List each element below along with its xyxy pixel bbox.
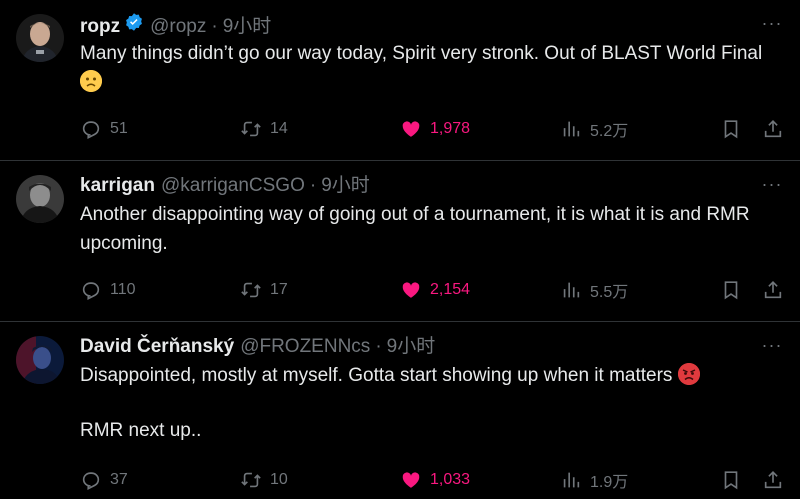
timestamp[interactable]: 9小时 bbox=[321, 173, 370, 199]
tweet[interactable]: ropz @ropz · 9小时 ··· Many things didn’t … bbox=[0, 0, 800, 161]
bookmark-button[interactable] bbox=[720, 116, 742, 142]
share-button[interactable] bbox=[762, 116, 784, 142]
view-count: 1.9万 bbox=[590, 474, 629, 491]
timestamp[interactable]: 9小时 bbox=[223, 14, 272, 40]
author-handle[interactable]: @FROZENNcs bbox=[240, 334, 370, 360]
author-handle[interactable]: @karriganCSGO bbox=[161, 173, 305, 199]
like-count: 1,033 bbox=[430, 471, 471, 488]
share-button[interactable] bbox=[762, 277, 784, 303]
more-icon[interactable]: ··· bbox=[760, 175, 784, 197]
like-count: 2,154 bbox=[430, 281, 471, 298]
tweet-feed: ropz @ropz · 9小时 ··· Many things didn’t … bbox=[0, 0, 800, 499]
retweet-icon bbox=[241, 282, 261, 298]
avatar[interactable] bbox=[16, 14, 64, 62]
tweet-text: Disappointed, mostly at myself. Gotta st… bbox=[80, 361, 784, 390]
angry-face-icon bbox=[677, 363, 700, 385]
views-icon bbox=[563, 121, 580, 137]
reply-button[interactable]: 51 bbox=[80, 116, 128, 142]
tweet-actions: 51 14 1,978 5.2万 bbox=[80, 116, 784, 142]
more-icon[interactable]: ··· bbox=[760, 14, 784, 36]
separator-dot: · bbox=[211, 16, 218, 37]
reply-count: 51 bbox=[110, 120, 128, 137]
tweet-text: Many things didn’t go our way today, Spi… bbox=[80, 39, 784, 97]
bookmark-button[interactable] bbox=[720, 467, 742, 493]
reply-count: 37 bbox=[110, 471, 128, 488]
views-button[interactable]: 5.5万 bbox=[560, 277, 628, 303]
author-handle[interactable]: @ropz bbox=[150, 14, 206, 40]
retweet-icon bbox=[241, 121, 261, 137]
timestamp[interactable]: 9小时 bbox=[387, 334, 436, 360]
views-icon bbox=[563, 282, 580, 298]
view-count: 5.5万 bbox=[590, 284, 629, 301]
tweet[interactable]: karrigan @karriganCSGO · 9小时 ··· Another… bbox=[0, 161, 800, 322]
retweet-button[interactable]: 10 bbox=[240, 467, 288, 493]
avatar[interactable] bbox=[16, 175, 64, 223]
retweet-button[interactable]: 17 bbox=[240, 277, 288, 303]
heart-icon bbox=[402, 121, 420, 137]
retweet-count: 17 bbox=[270, 281, 288, 298]
views-button[interactable]: 5.2万 bbox=[560, 116, 628, 142]
like-button[interactable]: 1,978 bbox=[400, 116, 470, 142]
share-icon bbox=[764, 120, 782, 138]
more-icon[interactable]: ··· bbox=[760, 336, 784, 358]
like-count: 1,978 bbox=[430, 120, 471, 137]
bookmark-icon bbox=[724, 281, 738, 300]
author-name[interactable]: David Čerňanský bbox=[80, 334, 234, 360]
share-button[interactable] bbox=[762, 467, 784, 493]
separator-dot: · bbox=[309, 175, 317, 196]
views-button[interactable]: 1.9万 bbox=[560, 467, 628, 493]
bookmark-icon bbox=[724, 120, 738, 139]
tweet-text-content: Many things didn’t go our way today, Spi… bbox=[80, 43, 768, 64]
views-icon bbox=[563, 472, 580, 488]
like-button[interactable]: 2,154 bbox=[400, 277, 470, 303]
reply-icon bbox=[82, 121, 100, 140]
share-icon bbox=[764, 281, 782, 299]
author-name[interactable]: karrigan bbox=[80, 173, 155, 199]
tweet[interactable]: David Čerňanský @FROZENNcs · 9小时 ··· Dis… bbox=[0, 322, 800, 499]
heart-icon bbox=[402, 282, 420, 298]
tweet-actions: 110 17 2,154 5.5万 bbox=[80, 277, 784, 303]
verified-badge-icon bbox=[124, 12, 144, 32]
bookmark-icon bbox=[724, 471, 738, 490]
retweet-button[interactable]: 14 bbox=[240, 116, 288, 142]
author-name[interactable]: ropz bbox=[80, 14, 120, 40]
separator-dot: · bbox=[375, 336, 382, 357]
tweet-text-line2: RMR next up.. bbox=[80, 420, 202, 441]
tweet-actions: 37 10 1,033 1.9万 bbox=[80, 467, 784, 493]
heart-icon bbox=[402, 472, 420, 488]
share-icon bbox=[764, 471, 782, 489]
bookmark-button[interactable] bbox=[720, 277, 742, 303]
reply-count: 110 bbox=[110, 281, 136, 298]
reply-button[interactable]: 37 bbox=[80, 467, 128, 493]
like-button[interactable]: 1,033 bbox=[400, 467, 470, 493]
tweet-text-content: Disappointed, mostly at myself. Gotta st… bbox=[80, 365, 678, 386]
reply-icon bbox=[82, 282, 100, 301]
retweet-count: 10 bbox=[270, 471, 288, 488]
view-count: 5.2万 bbox=[590, 123, 629, 140]
retweet-count: 14 bbox=[270, 120, 288, 137]
avatar[interactable] bbox=[16, 336, 64, 384]
reply-button[interactable]: 110 bbox=[80, 277, 136, 303]
retweet-icon bbox=[241, 472, 261, 488]
slightly-frowning-face-icon bbox=[80, 70, 102, 92]
tweet-text: Another disappointing way of going out o… bbox=[80, 204, 755, 254]
reply-icon bbox=[82, 472, 100, 491]
